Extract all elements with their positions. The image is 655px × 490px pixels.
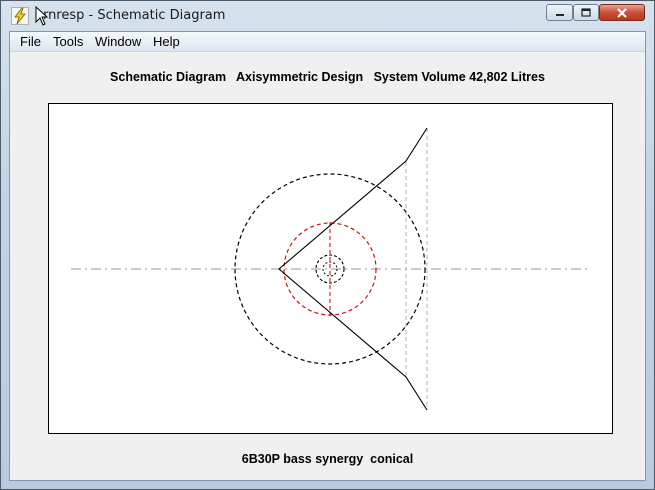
menu-window[interactable]: Window <box>95 34 141 49</box>
menu-tools[interactable]: Tools <box>53 34 83 49</box>
app-window: ornresp - Schematic Diagram File Tools W… <box>0 0 655 490</box>
lightning-icon[interactable] <box>11 7 29 25</box>
schematic-canvas <box>48 103 613 434</box>
maximize-button[interactable] <box>573 4 599 21</box>
diagram-header: Schematic Diagram Axisymmetric Design Sy… <box>110 70 545 84</box>
schematic-drawing <box>71 127 587 411</box>
title-bar[interactable]: ornresp - Schematic Diagram <box>1 1 654 31</box>
maximize-icon <box>574 5 598 20</box>
mouse-cursor-icon <box>35 5 49 26</box>
close-button[interactable] <box>599 4 645 21</box>
menu-bar: File Tools Window Help <box>10 32 645 52</box>
window-title: ornresp - Schematic Diagram <box>35 8 226 23</box>
client-area: File Tools Window Help Schematic Diagram… <box>9 31 646 481</box>
diagram-footer: 6B30P bass synergy conical <box>241 452 414 466</box>
close-icon <box>600 5 644 20</box>
menu-file[interactable]: File <box>20 34 41 49</box>
minimize-button[interactable] <box>546 4 573 21</box>
menu-help[interactable]: Help <box>153 34 180 49</box>
minimize-icon <box>547 5 572 20</box>
